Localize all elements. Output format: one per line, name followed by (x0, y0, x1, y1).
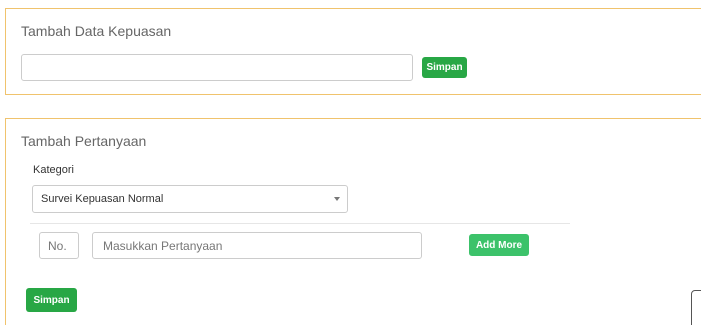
question-save-button[interactable]: Simpan (26, 288, 77, 312)
category-label: Kategori (33, 164, 74, 176)
floating-widget[interactable] (691, 290, 701, 325)
satisfaction-card: Tambah Data Kepuasan Simpan (5, 8, 701, 95)
category-select[interactable]: Survei Kepuasan Normal (32, 185, 348, 213)
question-text-input[interactable] (92, 232, 422, 259)
question-number-input[interactable] (39, 232, 79, 259)
add-more-button[interactable]: Add More (469, 234, 529, 256)
satisfaction-input[interactable] (21, 54, 413, 81)
divider (30, 223, 570, 224)
satisfaction-save-button[interactable]: Simpan (422, 57, 467, 78)
category-select-value: Survei Kepuasan Normal (41, 193, 164, 205)
page: Tambah Data Kepuasan Simpan Tambah Perta… (0, 0, 701, 325)
satisfaction-card-title: Tambah Data Kepuasan (21, 23, 172, 39)
question-card-title: Tambah Pertanyaan (21, 133, 147, 149)
chevron-down-icon (334, 197, 340, 201)
question-card: Tambah Pertanyaan Kategori Survei Kepuas… (5, 118, 701, 325)
